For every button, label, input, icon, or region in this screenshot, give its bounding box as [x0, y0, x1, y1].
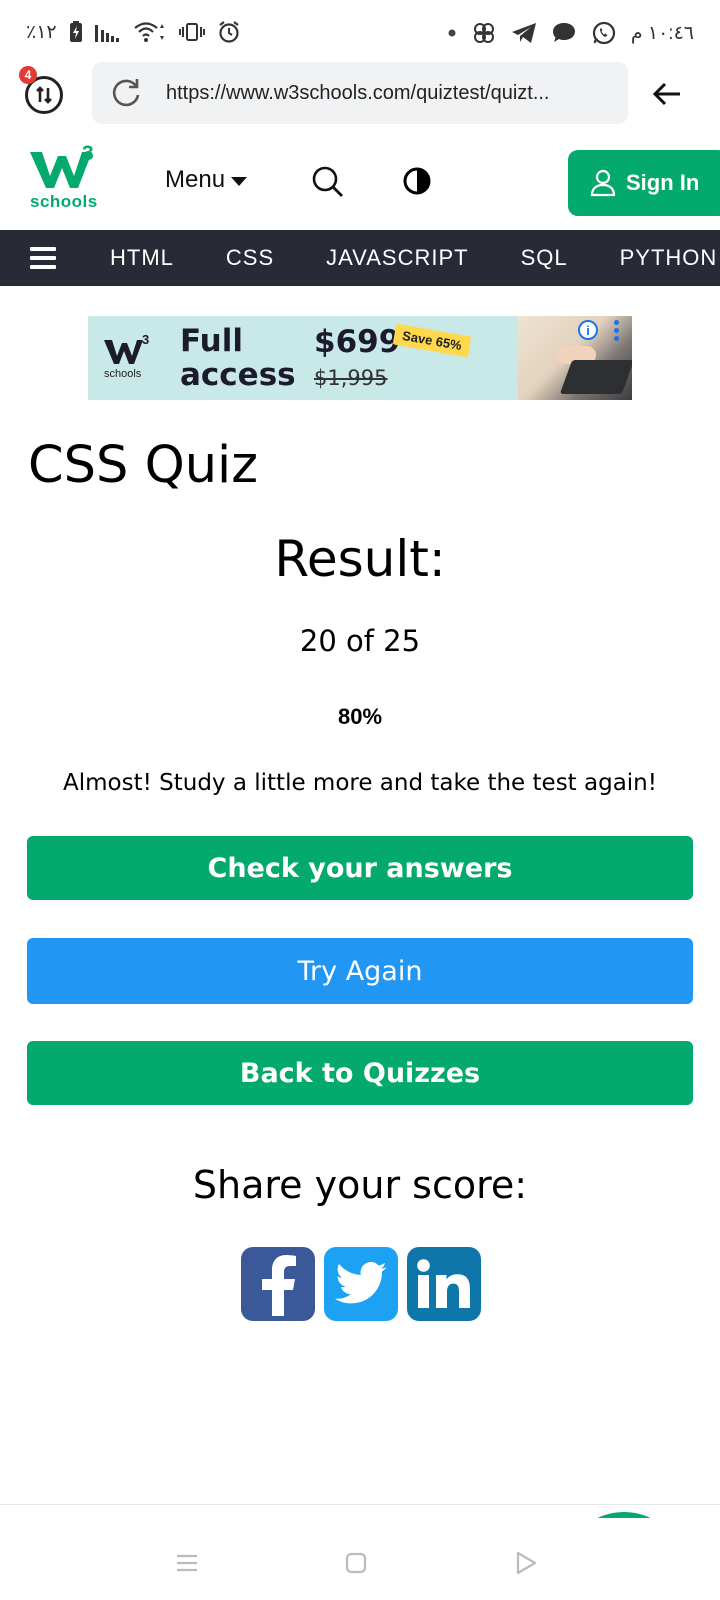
share-heading: Share your score:	[192, 1163, 528, 1207]
divider	[0, 1504, 720, 1505]
ad-headline: Full access	[180, 324, 296, 392]
sign-in-label: Sign In	[626, 170, 700, 195]
ad-line-2: access	[180, 357, 296, 393]
ad-save-badge: Save 65%	[392, 323, 472, 358]
battery-charging-icon	[69, 21, 83, 43]
clock-time: ١٠:٤٦ م	[630, 22, 694, 44]
hamburger-menu-icon[interactable]	[30, 247, 56, 269]
ad-line-1: Full	[180, 323, 243, 359]
system-navigation-bar	[0, 1534, 720, 1600]
ad-banner[interactable]: 3 schools Full access $699 $1,995 Save 6…	[88, 316, 632, 400]
menu-label: Menu	[165, 166, 226, 193]
back-triangle-icon[interactable]	[510, 1548, 540, 1578]
sort-arrows-icon	[36, 86, 52, 104]
twitter-share-button[interactable]	[324, 1247, 398, 1321]
search-icon[interactable]	[310, 164, 346, 200]
check-answers-button[interactable]: Check your answers	[27, 836, 693, 900]
chat-bubble-icon	[551, 21, 577, 45]
linkedin-share-button[interactable]	[407, 1247, 481, 1321]
ad-w3-logo-icon	[104, 336, 144, 366]
signal-icon	[94, 22, 121, 42]
facebook-share-button[interactable]	[241, 1247, 315, 1321]
result-message: Almost! Study a little more and take the…	[63, 770, 657, 796]
nav-item-css[interactable]: CSS	[226, 245, 274, 271]
ad-old-price: $1,995	[314, 366, 388, 390]
twitter-icon	[335, 1262, 387, 1304]
score-text: 20 of 25	[299, 624, 421, 658]
try-again-button[interactable]: Try Again	[27, 938, 693, 1004]
address-bar[interactable]: https://www.w3schools.com/quiztest/quizt…	[92, 62, 628, 124]
pinwheel-app-icon	[471, 20, 497, 46]
nav-item-python[interactable]: PYTHON	[620, 245, 718, 271]
sign-in-button[interactable]: Sign In	[568, 150, 720, 216]
vibrate-icon	[178, 22, 205, 42]
menu-button[interactable]: Menu	[165, 166, 248, 194]
facebook-icon	[262, 1255, 296, 1316]
back-arrow-icon[interactable]	[650, 76, 686, 112]
ad-price: $699	[314, 324, 401, 360]
telegram-icon	[511, 22, 537, 44]
ad-more-options-icon[interactable]	[614, 320, 620, 341]
ad-logo-text: schools	[104, 368, 142, 380]
linkedin-icon	[417, 1259, 470, 1308]
user-icon	[590, 169, 616, 197]
nav-item-html[interactable]: HTML	[110, 245, 174, 271]
result-heading: Result:	[274, 530, 446, 588]
url-text[interactable]: https://www.w3schools.com/quiztest/quizt…	[166, 82, 606, 105]
topic-navbar: HTML CSS JAVASCRIPT SQL PYTHON	[0, 230, 720, 286]
tab-count-badge: 4	[19, 66, 37, 84]
status-bar: ٪١٢ ١٠:٤٦ م	[0, 0, 720, 64]
alarm-icon	[217, 20, 241, 44]
page-title: CSS Quiz	[28, 436, 258, 495]
home-icon[interactable]	[341, 1548, 371, 1578]
browser-toolbar: 4 https://www.w3schools.com/quiztest/qui…	[0, 62, 720, 126]
nav-item-javascript[interactable]: JAVASCRIPT	[326, 245, 468, 271]
nav-item-sql[interactable]: SQL	[521, 245, 568, 271]
logo-text: schools	[30, 192, 98, 211]
logo-superscript: 3	[82, 142, 94, 165]
wifi-icon	[133, 21, 167, 43]
ad-logo-superscript: 3	[142, 332, 150, 347]
reload-icon[interactable]	[106, 73, 146, 113]
ad-info-icon[interactable]: i	[578, 320, 598, 340]
recent-apps-icon[interactable]	[172, 1548, 202, 1578]
battery-percent: ٪١٢	[26, 21, 57, 43]
contrast-toggle-icon[interactable]	[402, 166, 432, 196]
score-percent: 80%	[337, 704, 383, 729]
whatsapp-icon	[591, 20, 617, 46]
notification-dot-icon	[447, 28, 457, 38]
back-to-quizzes-button[interactable]: Back to Quizzes	[27, 1041, 693, 1105]
caret-down-icon	[231, 176, 248, 186]
site-header: 3 schools Menu Sign In	[0, 142, 720, 224]
